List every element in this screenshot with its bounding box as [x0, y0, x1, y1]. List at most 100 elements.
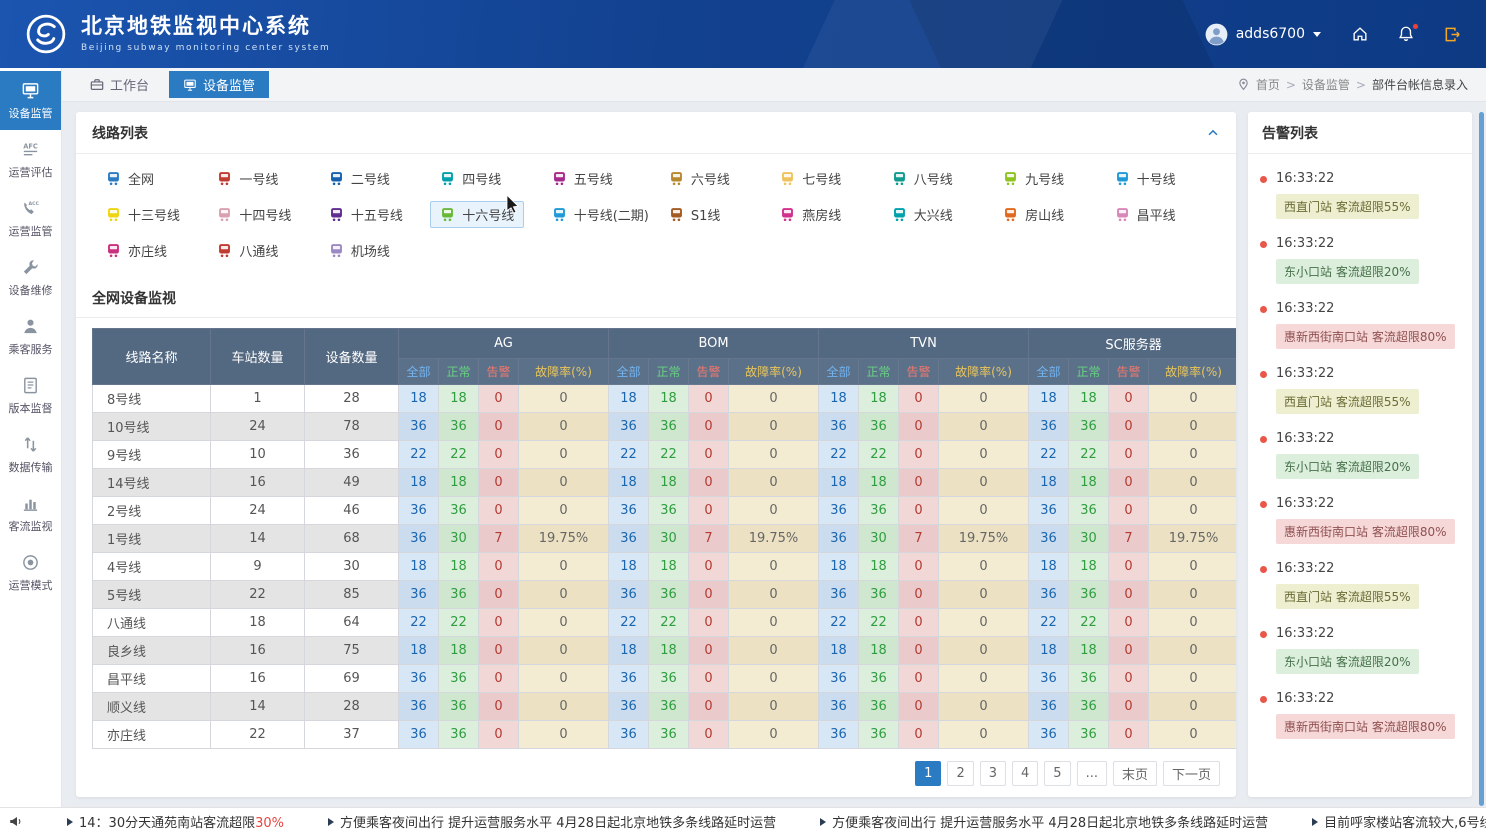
- line-item[interactable]: 燕房线: [770, 201, 851, 228]
- cell-value: 36: [1029, 721, 1069, 749]
- line-item[interactable]: 八通线: [207, 237, 288, 264]
- sidebar-item-label: 乘客服务: [9, 341, 53, 357]
- alarm-item[interactable]: 16:33:22惠新西街南口站 客流超限80%: [1248, 676, 1472, 741]
- table-row[interactable]: 2号线2446363600363600363600363600: [93, 497, 1237, 525]
- alarm-item[interactable]: 16:33:22惠新西街南口站 客流超限80%: [1248, 286, 1472, 351]
- table-row[interactable]: 良乡线1675181800181800181800181800: [93, 637, 1237, 665]
- home-icon[interactable]: [1351, 25, 1369, 43]
- line-item[interactable]: 亦庄线: [96, 237, 177, 264]
- page-button-2[interactable]: 2: [947, 761, 973, 786]
- table-row[interactable]: 昌平线1669363600363600363600363600: [93, 665, 1237, 693]
- table-row[interactable]: 8号线128181800181800181800181800: [93, 385, 1237, 413]
- sub-column-header: 故障率(%): [519, 359, 609, 385]
- page-button-1[interactable]: 1: [915, 761, 941, 786]
- breadcrumb-item[interactable]: 首页: [1256, 76, 1280, 93]
- cell-value: 0: [479, 637, 519, 665]
- group-header: BOM: [609, 329, 819, 359]
- table-row[interactable]: 5号线2285363600363600363600363600: [93, 581, 1237, 609]
- cell-value: 18: [1069, 469, 1109, 497]
- sidebar-item-mode[interactable]: 运营模式: [0, 543, 61, 602]
- sidebar-item-passenger[interactable]: 乘客服务: [0, 307, 61, 366]
- line-item[interactable]: 十六号线: [430, 201, 524, 228]
- line-item[interactable]: 全网: [96, 165, 164, 192]
- cell-value: 18: [439, 469, 479, 497]
- cell-value: 0: [689, 497, 729, 525]
- cell-value: 0: [939, 441, 1029, 469]
- train-icon: [217, 207, 232, 222]
- bell-icon[interactable]: [1397, 25, 1415, 43]
- table-row[interactable]: 10号线2478363600363600363600363600: [93, 413, 1237, 441]
- line-item[interactable]: 房山线: [993, 201, 1074, 228]
- cell-value: 36: [1029, 693, 1069, 721]
- table-row[interactable]: 顺义线1428363600363600363600363600: [93, 693, 1237, 721]
- table-row[interactable]: 4号线930181800181800181800181800: [93, 553, 1237, 581]
- line-item[interactable]: S1线: [659, 201, 731, 228]
- table-row[interactable]: 八通线1864222200222200222200222200: [93, 609, 1237, 637]
- line-label: 十四号线: [239, 205, 291, 224]
- line-item[interactable]: 二号线: [319, 165, 400, 192]
- line-item[interactable]: 四号线: [430, 165, 511, 192]
- line-item[interactable]: 十四号线: [207, 201, 301, 228]
- cell-value: 36: [819, 413, 859, 441]
- sidebar-item-afc[interactable]: AFC运营评估: [0, 130, 61, 189]
- line-item[interactable]: 一号线: [207, 165, 288, 192]
- cell-value: 0: [1149, 581, 1236, 609]
- cell-value: 36: [819, 693, 859, 721]
- alarm-item[interactable]: 16:33:22东小口站 客流超限20%: [1248, 611, 1472, 676]
- page-button-3[interactable]: 3: [980, 761, 1006, 786]
- alarm-item[interactable]: 16:33:22西直门站 客流超限55%: [1248, 546, 1472, 611]
- scrollbar-thumb[interactable]: [1479, 112, 1484, 806]
- sidebar-item-version[interactable]: 版本监督: [0, 366, 61, 425]
- sidebar-item-monitor[interactable]: 设备监管: [0, 71, 61, 130]
- user-menu[interactable]: adds6700: [1205, 23, 1321, 46]
- line-item[interactable]: 机场线: [319, 237, 400, 264]
- alarm-item[interactable]: 16:33:22西直门站 客流超限55%: [1248, 351, 1472, 416]
- line-item[interactable]: 七号线: [770, 165, 851, 192]
- page-last-button[interactable]: 末页: [1113, 761, 1157, 786]
- sidebar-item-flow[interactable]: 客流监视: [0, 484, 61, 543]
- logout-icon[interactable]: [1443, 25, 1462, 44]
- tab-1[interactable]: 设备监管: [169, 71, 269, 98]
- line-item[interactable]: 十五号线: [319, 201, 413, 228]
- line-item[interactable]: 十三号线: [96, 201, 190, 228]
- line-item[interactable]: 十号线(二期): [542, 201, 659, 228]
- table-row[interactable]: 14号线1649181800181800181800181800: [93, 469, 1237, 497]
- line-label: 八通线: [239, 241, 278, 260]
- line-item[interactable]: 五号线: [542, 165, 623, 192]
- tab-0[interactable]: 工作台: [76, 71, 163, 98]
- cell-stations: 14: [211, 525, 305, 553]
- cell-value: 18: [819, 553, 859, 581]
- sidebar-item-label: 运营模式: [9, 577, 53, 593]
- sidebar-item-transfer[interactable]: 数据传输: [0, 425, 61, 484]
- table-row[interactable]: 9号线1036222200222200222200222200: [93, 441, 1237, 469]
- page-next-button[interactable]: 下一页: [1163, 761, 1220, 786]
- line-item[interactable]: 六号线: [659, 165, 740, 192]
- line-item[interactable]: 大兴线: [882, 201, 963, 228]
- sidebar-item-maintenance[interactable]: 设备维修: [0, 248, 61, 307]
- alarm-item[interactable]: 16:33:22东小口站 客流超限20%: [1248, 221, 1472, 286]
- breadcrumb-item[interactable]: 设备监管: [1302, 76, 1350, 93]
- cell-value: 22: [439, 609, 479, 637]
- page-button-...[interactable]: ...: [1077, 761, 1107, 786]
- table-row[interactable]: 亦庄线2237363600363600363600363600: [93, 721, 1237, 749]
- alarm-item[interactable]: 16:33:22惠新西街南口站 客流超限80%: [1248, 481, 1472, 546]
- cell-value: 36: [439, 581, 479, 609]
- cell-value: 18: [439, 385, 479, 413]
- table-row[interactable]: 1号线14683630719.75%3630719.75%3630719.75%…: [93, 525, 1237, 553]
- chevron-up-icon[interactable]: [1206, 126, 1220, 140]
- cell-value: 18: [859, 553, 899, 581]
- page-button-4[interactable]: 4: [1012, 761, 1038, 786]
- sub-column-header: 正常: [1069, 359, 1109, 385]
- line-item[interactable]: 九号线: [993, 165, 1074, 192]
- line-item[interactable]: 八号线: [882, 165, 963, 192]
- alarm-item[interactable]: 16:33:22东小口站 客流超限20%: [1248, 416, 1472, 481]
- cell-value: 0: [1149, 721, 1236, 749]
- cell-value: 18: [649, 469, 689, 497]
- sidebar-item-acc[interactable]: ACC运营监管: [0, 189, 61, 248]
- sidebar: 设备监管AFC运营评估ACC运营监管设备维修乘客服务版本监督数据传输客流监视运营…: [0, 68, 62, 807]
- line-item[interactable]: 昌平线: [1105, 201, 1186, 228]
- page-button-5[interactable]: 5: [1044, 761, 1070, 786]
- alarm-item[interactable]: 16:33:22西直门站 客流超限55%: [1248, 156, 1472, 221]
- line-item[interactable]: 十号线: [1105, 165, 1186, 192]
- train-icon: [329, 243, 344, 258]
